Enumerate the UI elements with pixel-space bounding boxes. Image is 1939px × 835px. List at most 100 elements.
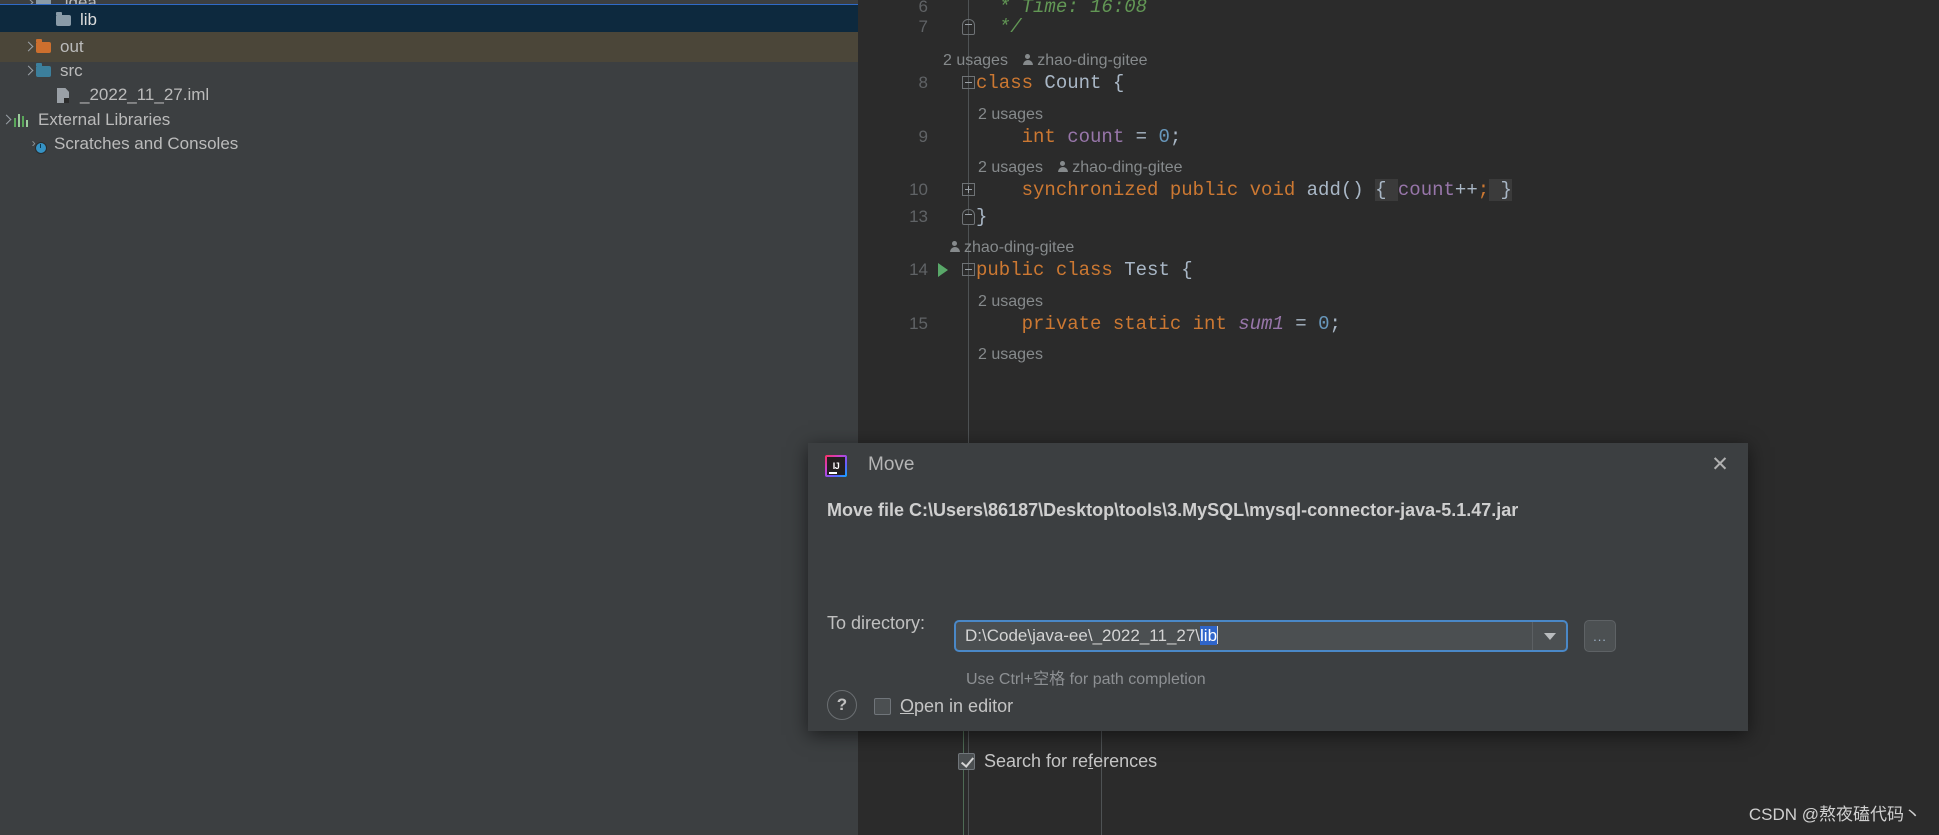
code-token: { xyxy=(1181,258,1193,281)
fold-toggle-icon[interactable] xyxy=(962,209,975,225)
iml-file-glyph xyxy=(57,88,69,103)
editor-code-line: 15 private static int sum1 = 0; xyxy=(858,307,1939,341)
chevron-right-icon[interactable] xyxy=(0,114,13,127)
folder-glyph xyxy=(36,63,51,77)
editor-code-line: 13} xyxy=(858,200,1939,234)
author-avatar-icon xyxy=(948,240,961,254)
chevron-down-icon[interactable] xyxy=(1532,622,1566,650)
line-number: 7 xyxy=(918,16,928,36)
code-token: = xyxy=(1295,312,1319,335)
line-number: 15 xyxy=(909,313,928,333)
code-token: add xyxy=(1306,178,1341,201)
chevron-down-glyph xyxy=(1543,632,1556,640)
chevron-right-icon[interactable] xyxy=(22,65,35,78)
open-in-editor-row[interactable]: Open in editor xyxy=(874,696,1013,717)
code-token: } xyxy=(976,205,988,228)
editor-inlay-row: 2 usages xyxy=(858,338,1939,372)
folder-icon xyxy=(35,38,53,56)
search-refs-label-part: Search for re xyxy=(984,751,1089,771)
code-text: int count = 0; xyxy=(976,125,1182,148)
intellij-idea-icon: IJ xyxy=(825,455,847,477)
code-token: 0 xyxy=(1318,312,1330,335)
to-directory-selected-text: lib xyxy=(1200,626,1218,645)
code-text: */ xyxy=(976,16,1022,38)
open-in-editor-rest: pen in editor xyxy=(914,696,1014,716)
code-token: Test xyxy=(1124,258,1182,281)
line-number: 13 xyxy=(909,206,928,226)
folder-icon xyxy=(55,11,73,29)
help-icon[interactable]: ? xyxy=(827,690,857,720)
to-directory-value: D:\Code\java-ee\_2022_11_27\lib xyxy=(956,626,1219,646)
chevron-right-icon[interactable] xyxy=(22,41,35,54)
watermark: CSDN @熬夜磕代码丶 xyxy=(1748,805,1921,824)
tree-item-label: src xyxy=(60,61,83,80)
project-tool-window: .idealiboutsrc_2022_11_27.imlExternal Li… xyxy=(0,0,858,835)
code-token: ++ xyxy=(1454,178,1478,201)
scratch-console-glyph: ›_ xyxy=(30,138,47,154)
search-for-references-checkbox[interactable] xyxy=(958,753,975,770)
tree-item-scratches-and-consoles[interactable]: ›_ Scratches and Consoles xyxy=(0,129,858,159)
search-for-references-row[interactable]: Search for references xyxy=(958,751,1157,772)
scratches-consoles-icon: ›_ xyxy=(29,135,47,154)
to-directory-combobox[interactable]: D:\Code\java-ee\_2022_11_27\lib xyxy=(954,620,1568,652)
code-token: { xyxy=(1112,71,1125,94)
folder-glyph xyxy=(56,12,71,26)
code-token: */ xyxy=(976,15,1022,38)
folder-glyph xyxy=(36,39,51,53)
fold-toggle-icon[interactable] xyxy=(962,19,975,35)
code-token: count xyxy=(1397,178,1455,201)
clock-glyph xyxy=(35,142,47,154)
editor-code-line: 7 */ xyxy=(858,10,1939,44)
code-token: } xyxy=(1489,178,1512,201)
line-number: 9 xyxy=(918,126,928,146)
fold-toggle-icon[interactable] xyxy=(962,76,975,89)
search-for-references-label: Search for references xyxy=(984,751,1157,772)
code-token: Count xyxy=(1044,71,1113,94)
fold-toggle-icon[interactable] xyxy=(962,183,975,196)
line-number: 14 xyxy=(909,259,928,279)
dialog-button-bar: ? Open in editor xyxy=(808,682,1748,731)
external-libraries-icon xyxy=(13,111,31,129)
code-token: ; xyxy=(1477,178,1490,201)
to-directory-input[interactable]: D:\Code\java-ee\_2022_11_27\lib xyxy=(954,620,1568,652)
library-bars-glyph xyxy=(14,114,29,127)
tree-item-label: _2022_11_27.iml xyxy=(80,85,210,104)
code-text: public class Test { xyxy=(976,259,1193,281)
text-caret xyxy=(1217,626,1219,644)
code-token: class xyxy=(976,71,1045,94)
fold-toggle-icon[interactable] xyxy=(962,263,975,276)
code-text: private static int sum1 = 0; xyxy=(976,313,1341,335)
folder-icon xyxy=(35,62,53,80)
move-file-message: Move file C:\Users\86187\Desktop\tools\3… xyxy=(827,500,1519,520)
dialog-titlebar: IJ Move ✕ xyxy=(808,443,1748,487)
author-avatar-icon xyxy=(1021,53,1034,67)
code-text: synchronized public void add() { count++… xyxy=(976,178,1512,201)
code-token: ; xyxy=(1169,125,1182,148)
browse-directory-button[interactable]: ... xyxy=(1584,620,1616,652)
open-in-editor-mnemonic: O xyxy=(900,696,915,716)
close-icon[interactable]: ✕ xyxy=(1708,453,1732,477)
code-token: int xyxy=(976,125,1068,148)
code-token: count xyxy=(1067,125,1136,148)
ide-window: .idealiboutsrc_2022_11_27.imlExternal Li… xyxy=(0,0,1939,835)
search-refs-label-rest: erences xyxy=(1093,751,1158,771)
tree-item-label: Scratches and Consoles xyxy=(54,134,239,153)
tree-item-label: lib xyxy=(80,10,98,29)
code-token: private static int xyxy=(976,312,1239,335)
line-number: 8 xyxy=(918,72,928,92)
move-dialog: IJ Move ✕ Move file C:\Users\86187\Deskt… xyxy=(808,443,1748,771)
editor-code-line: 9 int count = 0; xyxy=(858,120,1939,154)
open-in-editor-checkbox[interactable] xyxy=(874,698,891,715)
intellij-idea-icon-label: IJ xyxy=(827,457,845,475)
code-token: = xyxy=(1135,125,1159,148)
inlay-hint[interactable]: 2 usages xyxy=(978,346,1043,364)
run-icon[interactable] xyxy=(938,263,948,277)
editor-code-line: 14 public class Test { xyxy=(858,253,1939,287)
open-in-editor-label: Open in editor xyxy=(900,696,1013,717)
code-token: () xyxy=(1340,178,1376,201)
author-avatar-icon xyxy=(1056,160,1069,174)
to-directory-path-prefix: D:\Code\java-ee\_2022_11_27\ xyxy=(965,626,1201,645)
tree-item-label: External Libraries xyxy=(38,110,171,129)
